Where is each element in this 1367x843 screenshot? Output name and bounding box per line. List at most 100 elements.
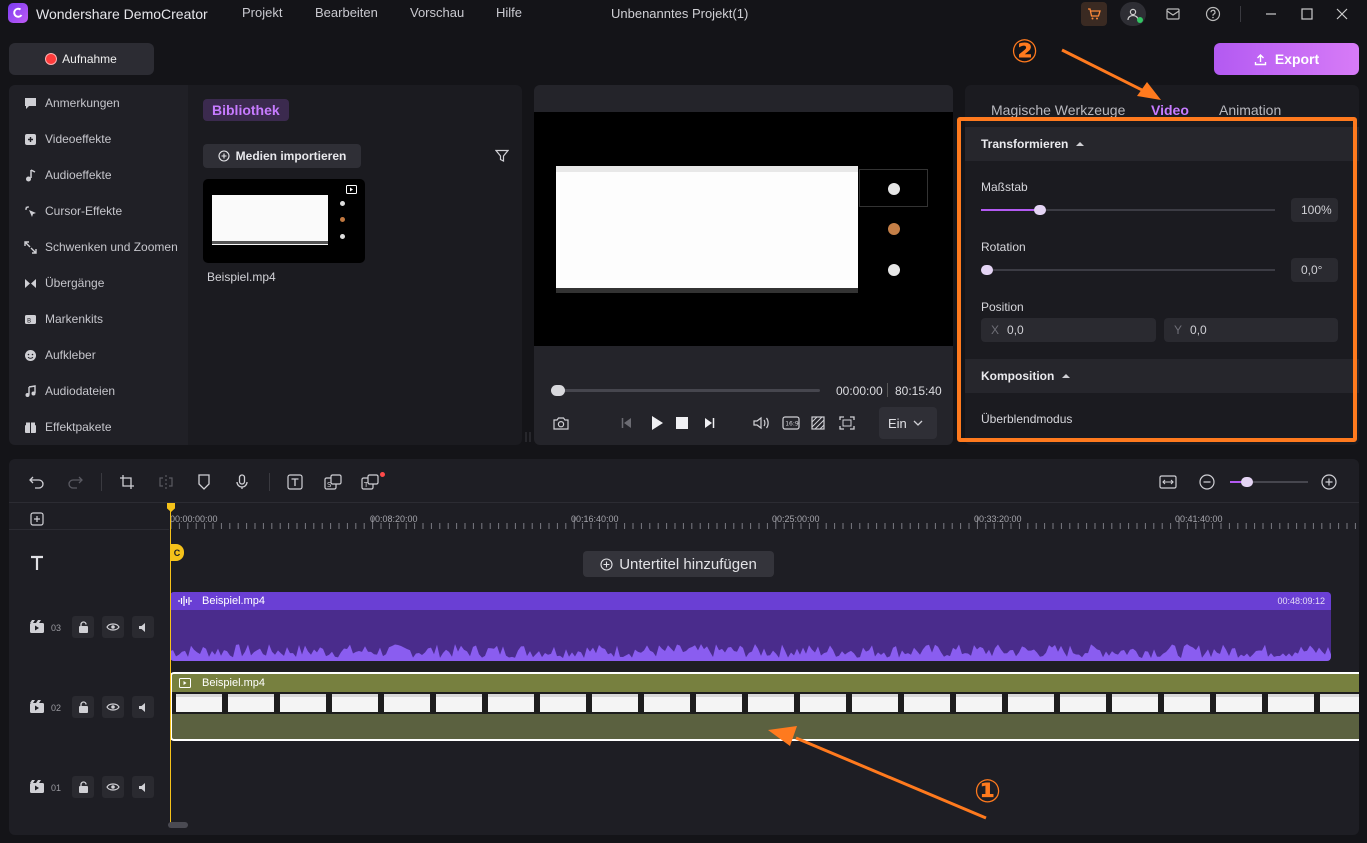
next-frame-icon[interactable] (702, 416, 716, 430)
text-tool-icon[interactable] (284, 471, 306, 493)
track-02-icon (29, 699, 45, 714)
preview-scrub-track[interactable] (556, 389, 820, 392)
track-01-number: 01 (51, 783, 62, 793)
eye-icon (106, 623, 120, 631)
preview-avatar (888, 223, 900, 235)
ruler-label: 00:00:00:00 (170, 514, 218, 524)
track-01-icon (29, 779, 45, 794)
volume-icon[interactable] (753, 416, 771, 430)
ruler-label: 00:08:20:00 (370, 514, 418, 524)
track-02-visibility-button[interactable] (102, 696, 124, 718)
stop-icon[interactable] (676, 417, 688, 429)
export-button[interactable]: Export (1214, 43, 1359, 75)
panel-resize-handle[interactable] (524, 430, 532, 444)
help-icon[interactable] (1200, 2, 1226, 26)
safe-area-icon[interactable] (811, 416, 825, 430)
minimize-icon[interactable] (1258, 2, 1284, 26)
video-filmstrip (172, 692, 1359, 714)
sidebar-item-effektpakete[interactable]: Effektpakete (23, 417, 112, 437)
track-01-mute-button[interactable] (132, 776, 154, 798)
film-frame (1164, 694, 1210, 712)
tab-magische-werkzeuge[interactable]: Magische Werkzeuge (991, 102, 1125, 118)
sidebar-item-anmerkungen[interactable]: Anmerkungen (23, 93, 120, 113)
video-clip[interactable]: Beispiel.mp4 (170, 672, 1359, 741)
sidebar-item-cursor-effekte[interactable]: Cursor-Effekte (23, 201, 122, 221)
aspect-ratio-icon[interactable]: 16:9 (782, 416, 800, 430)
account-icon[interactable] (1120, 2, 1146, 26)
waveform-icon (178, 596, 192, 606)
media-thumbnail[interactable] (203, 179, 365, 263)
menu-bearbeiten[interactable]: Bearbeiten (315, 5, 378, 20)
track-02-mute-button[interactable] (132, 696, 154, 718)
tab-bibliothek[interactable]: Bibliothek (203, 99, 289, 121)
snapshot-camera-icon[interactable] (553, 416, 569, 430)
zoom-in-icon[interactable] (1318, 471, 1340, 493)
app-name: Wondershare DemoCreator (36, 6, 208, 22)
film-frame (852, 694, 898, 712)
play-icon[interactable] (650, 415, 664, 431)
film-frame (1216, 694, 1262, 712)
film-frame (384, 694, 430, 712)
sidebar-item-videoeffekte[interactable]: Videoeffekte (23, 129, 111, 149)
film-frame (800, 694, 846, 712)
music-note-icon (23, 168, 37, 182)
add-subtitle-button[interactable]: Untertitel hinzufügen (583, 551, 774, 577)
menu-vorschau[interactable]: Vorschau (410, 5, 464, 20)
import-media-button[interactable]: Medien importieren (203, 144, 361, 168)
menu-hilfe[interactable]: Hilfe (496, 5, 522, 20)
track-03-visibility-button[interactable] (102, 616, 124, 638)
caption-tool-icon[interactable]: T (360, 471, 385, 493)
zoom-slider-handle[interactable] (1241, 477, 1253, 487)
upload-icon (1254, 53, 1267, 65)
track-02-lock-button[interactable] (72, 696, 94, 718)
sidebar-item-audiodateien[interactable]: Audiodateien (23, 381, 115, 401)
redo-icon[interactable] (64, 471, 86, 493)
media-name: Beispiel.mp4 (207, 270, 276, 284)
microphone-icon[interactable] (231, 471, 253, 493)
close-icon[interactable] (1329, 2, 1355, 26)
track-01-lock-button[interactable] (72, 776, 94, 798)
subtitle-marker[interactable]: C (170, 544, 184, 561)
menu-projekt[interactable]: Projekt (242, 5, 282, 20)
sidebar-item-schwenken-zoomen[interactable]: Schwenken und Zoomen (23, 237, 178, 257)
crop-icon[interactable] (116, 471, 138, 493)
add-track-icon[interactable] (30, 512, 44, 526)
marker-icon[interactable] (193, 471, 215, 493)
fullscreen-icon[interactable] (839, 416, 855, 430)
record-button[interactable]: Aufnahme (9, 43, 154, 75)
mail-icon[interactable] (1160, 2, 1186, 26)
tab-animation[interactable]: Animation (1219, 102, 1281, 118)
split-icon[interactable] (155, 471, 177, 493)
subtitle-tool-icon[interactable]: S (322, 471, 344, 493)
undo-icon[interactable] (26, 471, 48, 493)
fit-timeline-icon[interactable] (1157, 471, 1179, 493)
svg-text:B: B (27, 317, 31, 324)
track-03-lock-button[interactable] (72, 616, 94, 638)
sidebar-item-audioeffekte[interactable]: Audioeffekte (23, 165, 112, 185)
zoom-out-icon[interactable] (1196, 471, 1218, 493)
notification-dot (380, 472, 385, 477)
transition-icon (23, 276, 37, 290)
track-03-mute-button[interactable] (132, 616, 154, 638)
tab-video[interactable]: Video (1151, 102, 1189, 118)
fit-dropdown[interactable]: Ein (879, 407, 937, 439)
timeline-scrollbar[interactable] (168, 822, 188, 828)
track-01-visibility-button[interactable] (102, 776, 124, 798)
time-separator (887, 383, 888, 397)
audio-clip[interactable]: Beispiel.mp4 00:48:09:12 (170, 592, 1331, 661)
cart-icon[interactable] (1081, 2, 1107, 26)
maximize-icon[interactable] (1294, 2, 1320, 26)
effects-sidebar: Anmerkungen Videoeffekte Audioeffekte Cu… (9, 85, 188, 445)
toolbar-divider (101, 473, 102, 491)
previous-frame-icon[interactable] (620, 416, 634, 430)
sidebar-item-uebergaenge[interactable]: Übergänge (23, 273, 104, 293)
video-type-icon (346, 185, 357, 194)
filter-icon[interactable] (495, 149, 509, 163)
export-label: Export (1274, 51, 1320, 67)
track-02-number: 02 (51, 703, 62, 713)
preview-scrub-handle[interactable] (551, 385, 565, 396)
sidebar-item-aufkleber[interactable]: Aufkleber (23, 345, 96, 365)
sidebar-item-markenkits[interactable]: B Markenkits (23, 309, 103, 329)
thumbnail-dot (340, 234, 345, 239)
lock-icon (78, 621, 88, 633)
